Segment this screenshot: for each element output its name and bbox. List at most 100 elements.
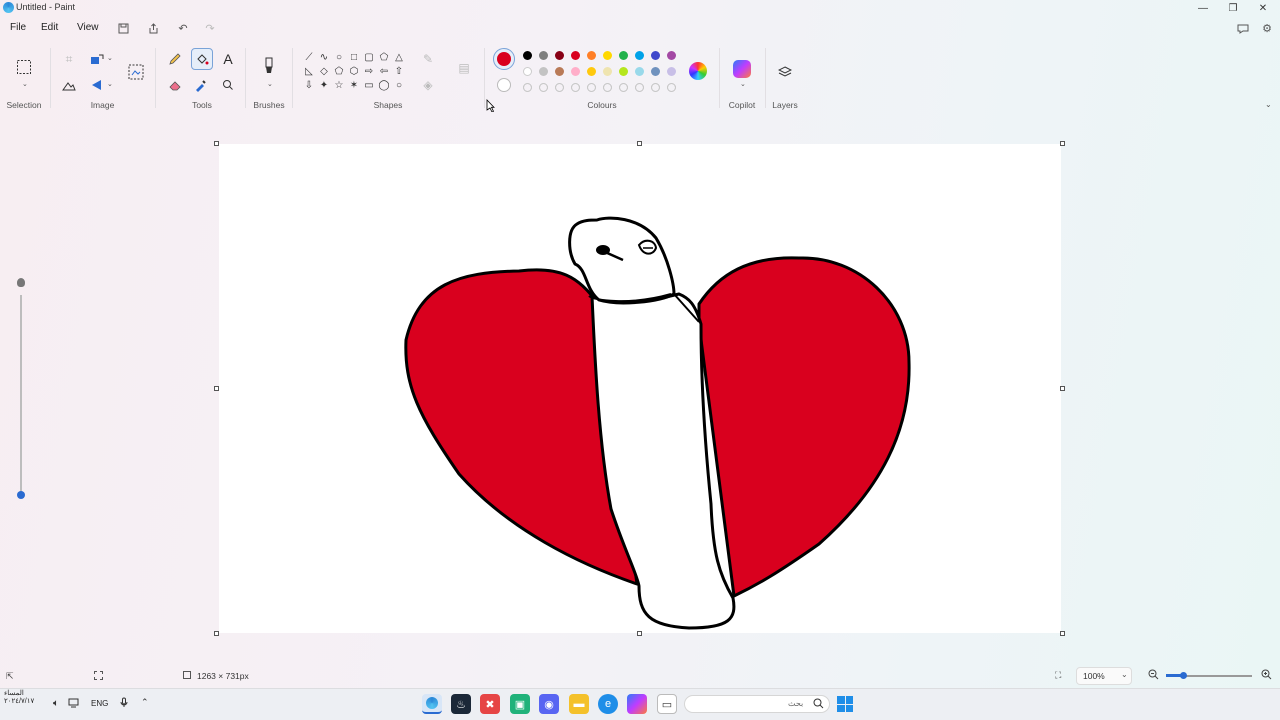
callout-oval-shape-icon[interactable]: ◯ (377, 78, 391, 92)
text-tool-icon[interactable]: A (218, 49, 238, 69)
custom-colour-slot[interactable] (603, 83, 612, 92)
colour-swatch[interactable] (667, 67, 676, 76)
selection-dropdown-icon[interactable]: ⌄ (22, 80, 28, 88)
colour-swatch[interactable] (667, 51, 676, 60)
resize-handle-right[interactable] (1060, 386, 1065, 391)
custom-colour-slot[interactable] (619, 83, 628, 92)
colour-swatch[interactable] (651, 51, 660, 60)
resize-handle-top[interactable] (637, 141, 642, 146)
custom-colour-slot[interactable] (523, 83, 532, 92)
colour-swatch[interactable] (587, 67, 596, 76)
curve-shape-icon[interactable]: ∿ (317, 50, 331, 64)
network-icon[interactable] (68, 697, 79, 711)
colour-swatch[interactable] (555, 51, 564, 60)
magnifier-icon[interactable] (218, 75, 238, 95)
resize-handle-bottom-left[interactable] (214, 631, 219, 636)
brushes-icon[interactable] (259, 56, 279, 76)
cloud-shape-icon[interactable]: ○ (392, 78, 406, 92)
flip-icon[interactable] (87, 75, 107, 95)
colour-swatch[interactable] (539, 67, 548, 76)
colour-swatch[interactable] (619, 67, 628, 76)
language-indicator[interactable]: ENG (91, 699, 108, 708)
pencil-icon[interactable] (165, 49, 185, 69)
copilot-icon[interactable] (733, 60, 751, 78)
crop-icon[interactable]: ⌗ (59, 49, 79, 69)
restore-button[interactable]: ❐ (1218, 0, 1248, 16)
custom-colour-slot[interactable] (667, 83, 676, 92)
colour-swatch[interactable] (651, 67, 660, 76)
custom-colour-slot[interactable] (635, 83, 644, 92)
image-select-icon[interactable] (126, 62, 146, 82)
flip-dropdown-icon[interactable]: ⌄ (107, 80, 113, 88)
colour-swatch[interactable] (619, 51, 628, 60)
redo-icon[interactable]: ↷ (202, 20, 218, 36)
right-arrow-shape-icon[interactable]: ⇨ (362, 64, 376, 78)
rectangle-shape-icon[interactable]: □ (347, 50, 361, 64)
shape-style-icon[interactable]: ▤ (454, 58, 474, 78)
hexagon-shape-icon[interactable]: ⬡ (347, 64, 361, 78)
colour-swatch[interactable] (603, 51, 612, 60)
close-button[interactable]: ✕ (1248, 0, 1278, 16)
colour-swatch[interactable] (555, 67, 564, 76)
menu-view[interactable]: View (77, 22, 99, 33)
six-point-star-shape-icon[interactable]: ✶ (347, 78, 361, 92)
minimize-button[interactable]: — (1188, 0, 1218, 16)
eraser-icon[interactable] (165, 75, 185, 95)
colour-swatch[interactable] (635, 67, 644, 76)
right-triangle-shape-icon[interactable]: ◺ (302, 64, 316, 78)
resize-handle-bottom[interactable] (637, 631, 642, 636)
layers-icon[interactable] (775, 62, 795, 82)
taskbar-search-box[interactable]: بحث (684, 695, 830, 713)
slider-thumb[interactable] (17, 491, 25, 499)
paint-taskbar-icon[interactable] (422, 694, 442, 714)
settings-gear-icon[interactable]: ⚙ (1259, 20, 1275, 36)
file-explorer-icon[interactable]: ▬ (569, 694, 589, 714)
resize-handle-left[interactable] (214, 386, 219, 391)
resize-icon[interactable] (87, 49, 107, 69)
hidden-icons-chevron-icon[interactable]: ⌃ (141, 697, 149, 708)
five-point-star-shape-icon[interactable]: ☆ (332, 78, 346, 92)
resize-handle-top-right[interactable] (1060, 141, 1065, 146)
rounded-rectangle-shape-icon[interactable]: ▢ (362, 50, 376, 64)
line-shape-icon[interactable]: ⟋ (302, 50, 316, 64)
task-view-icon[interactable]: ▭ (657, 694, 677, 714)
app-tools-icon[interactable]: ✖ (480, 694, 500, 714)
zoom-dropdown[interactable]: 100% ⌄ (1076, 667, 1132, 685)
feedback-icon[interactable] (1235, 20, 1251, 36)
ribbon-collapse-chevron-icon[interactable]: ⌄ (1265, 100, 1272, 109)
brushes-dropdown-icon[interactable]: ⌄ (267, 80, 273, 88)
resize-handle-bottom-right[interactable] (1060, 631, 1065, 636)
fit-to-window-icon[interactable]: ⛶ (1055, 670, 1061, 681)
shape-fill-icon[interactable]: ◈ (418, 75, 438, 95)
custom-colour-slot[interactable] (555, 83, 564, 92)
triangle-shape-icon[interactable]: △ (392, 50, 406, 64)
color-picker-icon[interactable] (191, 75, 211, 95)
xbox-app-icon[interactable]: ▣ (510, 694, 530, 714)
custom-colour-slot[interactable] (587, 83, 596, 92)
fill-bucket-button[interactable] (191, 48, 213, 70)
secondary-color-swatch[interactable] (497, 78, 511, 92)
copilot-dropdown-icon[interactable]: ⌄ (740, 80, 746, 88)
oval-shape-icon[interactable]: ○ (332, 50, 346, 64)
colour-swatch[interactable] (571, 51, 580, 60)
pentagon-shape-icon[interactable]: ⬠ (332, 64, 346, 78)
colour-swatch[interactable] (539, 51, 548, 60)
selection-tool-button[interactable] (14, 57, 34, 77)
colour-swatch[interactable] (523, 67, 532, 76)
windows-start-icon[interactable] (837, 696, 853, 712)
zoom-out-icon[interactable] (1148, 669, 1159, 682)
resize-dropdown-icon[interactable]: ⌄ (107, 54, 113, 62)
custom-colour-slot[interactable] (571, 83, 580, 92)
save-icon[interactable] (115, 20, 131, 36)
custom-colour-slot[interactable] (651, 83, 660, 92)
resize-handle-top-left[interactable] (214, 141, 219, 146)
primary-color-selector[interactable] (493, 48, 515, 70)
custom-colour-slot[interactable] (539, 83, 548, 92)
slider-track[interactable] (20, 295, 22, 495)
menu-file[interactable]: File (10, 22, 26, 33)
edge-browser-icon[interactable]: e (598, 694, 618, 714)
share-icon[interactable] (145, 20, 161, 36)
steam-icon[interactable]: ♨ (451, 694, 471, 714)
taskbar-clock[interactable]: المساء ٢٠٢٤/٧/١٧ (4, 690, 48, 706)
background-removal-icon[interactable] (59, 75, 79, 95)
